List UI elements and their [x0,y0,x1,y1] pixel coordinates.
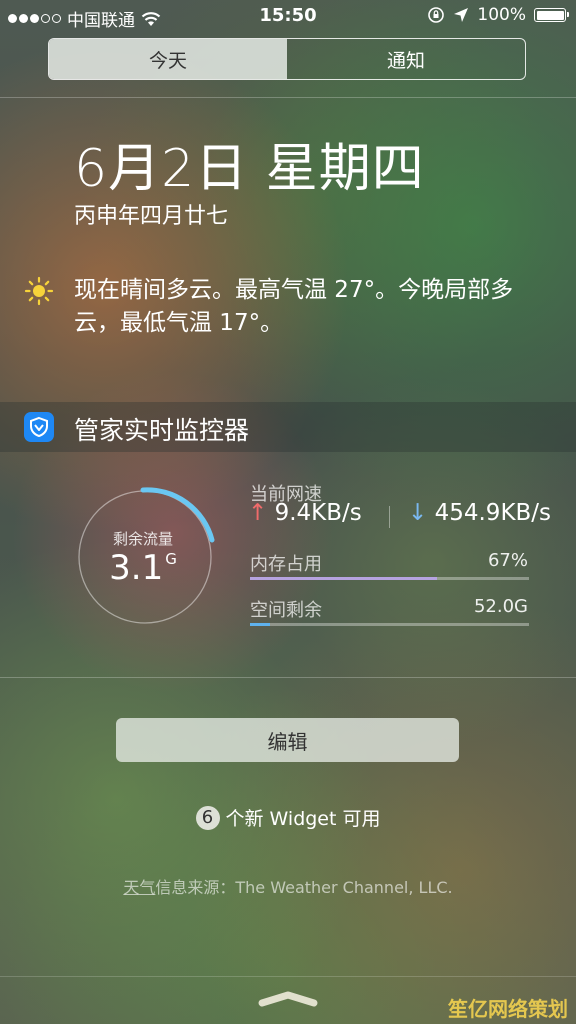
memory-bar-fill [250,577,437,580]
new-widgets-count: 6 [195,805,220,830]
new-widgets-text: 个新 Widget 可用 [225,808,381,830]
upload-value: 9.4KB/s [274,500,362,526]
storage-bar-fill [250,623,270,626]
memory-bar [250,577,529,580]
status-bar: 中国联通 15:50 100% [0,0,576,32]
speed-separator [389,506,390,528]
battery-icon [534,8,569,22]
sun-icon [24,276,54,306]
status-right: 100% [427,5,569,25]
lunar-date: 丙申年四月廿七 [74,204,229,229]
weather-summary: 现在晴间多云。最高气温 27°。今晚局部多云，最低气温 17°。 [74,277,514,336]
widget-body[interactable]: 剩余流量 3.1 G 当前网速 ↑ 9.4KB/s ↓ 454.9KB/s 内存占… [0,452,576,678]
gauge-label: 剩余流量 [112,530,173,548]
edit-button[interactable]: 编辑 [116,718,459,762]
storage-bar [250,623,529,626]
widget-header[interactable]: 管家实时监控器 [0,402,576,452]
bottom-divider [0,976,576,977]
new-widgets-link[interactable]: 6 个新 Widget 可用 [0,804,576,831]
header-divider [0,97,576,98]
gauge-unit: G [165,550,177,568]
app-icon [24,412,54,442]
watermark-text: 笙亿网络策划 [448,997,568,1021]
widget-divider [0,677,576,678]
weather-source: 天气信息来源：The Weather Channel, LLC. [0,874,576,898]
memory-value: 67% [487,550,528,571]
gauge-number: 3.1 [109,548,164,588]
storage-value: 52.0G [473,596,528,617]
upload-arrow-icon: ↑ [248,500,268,526]
orientation-lock-icon [428,7,445,23]
download-arrow-icon: ↓ [408,500,428,526]
tab-today[interactable]: 今天 [49,39,287,79]
storage-label: 空间剩余 [250,600,322,621]
view-switcher: 今天 通知 [48,38,526,80]
date-heading: 6月2日 星期四 [74,139,425,199]
close-handle-icon[interactable] [256,990,320,1008]
download-speed: ↓ 454.9KB/s [408,500,551,526]
widget-title: 管家实时监控器 [74,416,250,445]
location-icon [454,8,469,22]
upload-speed: ↑ 9.4KB/s [248,500,362,526]
weather-source-link[interactable]: 天气 [123,878,155,897]
weather-source-text: 信息来源：The Weather Channel, LLC. [155,878,453,897]
memory-label: 内存占用 [250,554,322,575]
tab-notifications[interactable]: 通知 [287,39,525,79]
download-value: 454.9KB/s [434,500,552,526]
shield-icon [30,416,48,438]
gauge-value: 3.1 G [70,548,216,588]
battery-percent: 100% [477,5,526,25]
